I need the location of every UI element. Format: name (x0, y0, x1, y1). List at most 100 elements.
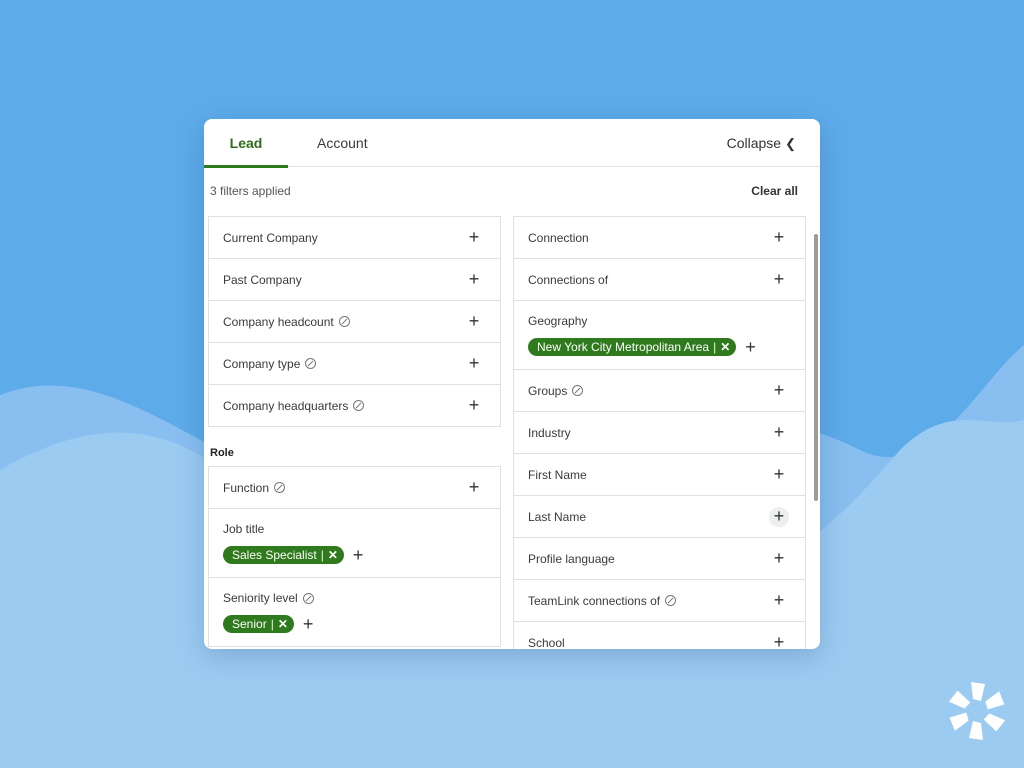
clear-all-button[interactable]: Clear all (751, 184, 798, 198)
filter-label: Current Company (223, 230, 318, 245)
filter-label: First Name (528, 467, 587, 482)
filter-label: Past Company (223, 272, 302, 287)
add-filter-icon[interactable]: + (769, 269, 789, 290)
filter-label-wrap: Groups (528, 383, 584, 398)
filter-label: Job title (223, 522, 265, 536)
filter-company-type[interactable]: Company type + (209, 343, 500, 385)
add-filter-icon[interactable]: + (769, 380, 789, 401)
chip-divider: | (713, 340, 717, 354)
info-icon (665, 595, 677, 606)
filter-label-wrap: Seniority level (223, 591, 314, 605)
filter-connections-of[interactable]: Connections of + (514, 259, 805, 301)
filter-label: Profile language (528, 551, 615, 566)
role-filter-group: Function + Job title Sales Specialist | ✕ … (208, 466, 501, 647)
remove-icon[interactable]: ✕ (720, 338, 730, 356)
filter-label: TeamLink connections of (528, 593, 661, 608)
tab-account[interactable]: Account (317, 119, 368, 167)
filter-label: Connections of (528, 272, 609, 287)
add-filter-icon[interactable]: + (464, 395, 484, 416)
filter-label: Connection (528, 230, 589, 245)
add-filter-icon[interactable]: + (464, 353, 484, 374)
filter-first-name[interactable]: First Name + (514, 454, 805, 496)
add-filter-icon[interactable]: + (769, 590, 789, 611)
filter-company-headquarters[interactable]: Company headquarters + (209, 385, 500, 427)
right-filter-column: Connection + Connections of + Geography … (513, 216, 806, 649)
filter-label-wrap: Function (223, 480, 286, 495)
chip-divider: | (320, 548, 324, 562)
selected-filter-chip[interactable]: Sales Specialist | ✕ (223, 546, 344, 564)
add-filter-icon[interactable]: + (769, 227, 789, 248)
chip-label: New York City Metropolitan Area (537, 340, 710, 354)
chip-label: Senior (232, 617, 267, 631)
filter-label: Seniority level (223, 591, 298, 605)
filter-last-name[interactable]: Last Name + (514, 496, 805, 538)
filter-job-title[interactable]: Job title Sales Specialist | ✕ + (209, 509, 500, 578)
filter-connection[interactable]: Connection + (514, 217, 805, 259)
info-icon (572, 385, 584, 396)
filter-label: Last Name (528, 509, 587, 524)
add-filter-icon[interactable]: + (464, 227, 484, 248)
add-filter-icon[interactable]: + (464, 311, 484, 332)
filter-seniority-level[interactable]: Seniority level Senior | ✕ + (209, 578, 500, 647)
chip-divider: | (270, 617, 274, 631)
add-filter-icon[interactable]: + (769, 464, 789, 485)
info-icon (302, 592, 314, 604)
filter-profile-language[interactable]: Profile language + (514, 538, 805, 580)
chip-label: Sales Specialist (232, 548, 317, 562)
selected-filter-chip[interactable]: Senior | ✕ (223, 615, 294, 633)
chip-list: Senior | ✕ + (223, 615, 313, 633)
collapse-label: Collapse (726, 135, 782, 151)
filter-summary-bar: 3 filters applied Clear all (204, 167, 820, 215)
filter-label: School (528, 635, 565, 650)
filter-label: Geography (528, 314, 588, 328)
chip-list: Sales Specialist | ✕ + (223, 546, 363, 564)
filter-label: Groups (528, 383, 568, 398)
add-filter-icon[interactable]: + (464, 477, 484, 498)
filter-label-wrap: Company type (223, 356, 317, 371)
filter-label: Function (223, 480, 270, 495)
filter-company-headcount[interactable]: Company headcount + (209, 301, 500, 343)
info-icon (353, 400, 365, 411)
company-filter-group: Current Company + Past Company + Company… (208, 216, 501, 427)
tab-lead[interactable]: Lead (204, 119, 288, 168)
info-icon (305, 358, 317, 369)
filter-groups[interactable]: Groups + (514, 370, 805, 412)
filter-label-wrap: Company headcount (223, 315, 350, 329)
filter-label-wrap: Company headquarters (223, 398, 365, 413)
scrollbar[interactable] (814, 234, 818, 501)
tab-bar: Lead Account Collapse ❮ (204, 119, 820, 168)
info-icon (274, 482, 286, 493)
add-filter-icon[interactable]: + (464, 269, 484, 290)
chevron-left-icon: ❮ (785, 136, 796, 151)
remove-icon[interactable]: ✕ (328, 546, 338, 564)
add-filter-icon[interactable]: + (769, 632, 789, 649)
filter-current-company[interactable]: Current Company + (209, 217, 500, 259)
add-filter-icon[interactable]: + (769, 548, 789, 569)
filter-label: Company headquarters (223, 398, 349, 413)
section-title-role: Role (210, 447, 234, 459)
filter-school[interactable]: School + (514, 622, 805, 649)
add-filter-icon[interactable]: + (769, 506, 789, 527)
filter-geography[interactable]: Geography New York City Metropolitan Are… (514, 301, 805, 370)
info-icon (338, 316, 350, 327)
filter-label-wrap: TeamLink connections of (528, 593, 677, 608)
add-filter-icon[interactable]: + (745, 338, 756, 356)
selected-filter-chip[interactable]: New York City Metropolitan Area | ✕ (528, 338, 737, 356)
brand-logo-icon (948, 682, 1006, 740)
filter-label: Company headcount (223, 314, 334, 329)
add-filter-icon[interactable]: + (769, 422, 789, 443)
filter-label: Company type (223, 356, 301, 371)
chip-list: New York City Metropolitan Area | ✕ + (528, 338, 756, 356)
filter-function[interactable]: Function + (209, 467, 500, 509)
add-filter-icon[interactable]: + (303, 615, 314, 633)
add-filter-icon[interactable]: + (353, 546, 364, 564)
left-filter-column: Current Company + Past Company + Company… (208, 216, 501, 647)
personal-filter-group: Connection + Connections of + Geography … (513, 216, 806, 649)
filter-industry[interactable]: Industry + (514, 412, 805, 454)
filter-past-company[interactable]: Past Company + (209, 259, 500, 301)
filter-teamlink-connections[interactable]: TeamLink connections of + (514, 580, 805, 622)
filters-applied-count: 3 filters applied (210, 184, 291, 198)
collapse-button[interactable]: Collapse ❮ (727, 119, 796, 167)
filter-panel: Lead Account Collapse ❮ 3 filters applied… (204, 119, 820, 649)
remove-icon[interactable]: ✕ (278, 615, 288, 633)
